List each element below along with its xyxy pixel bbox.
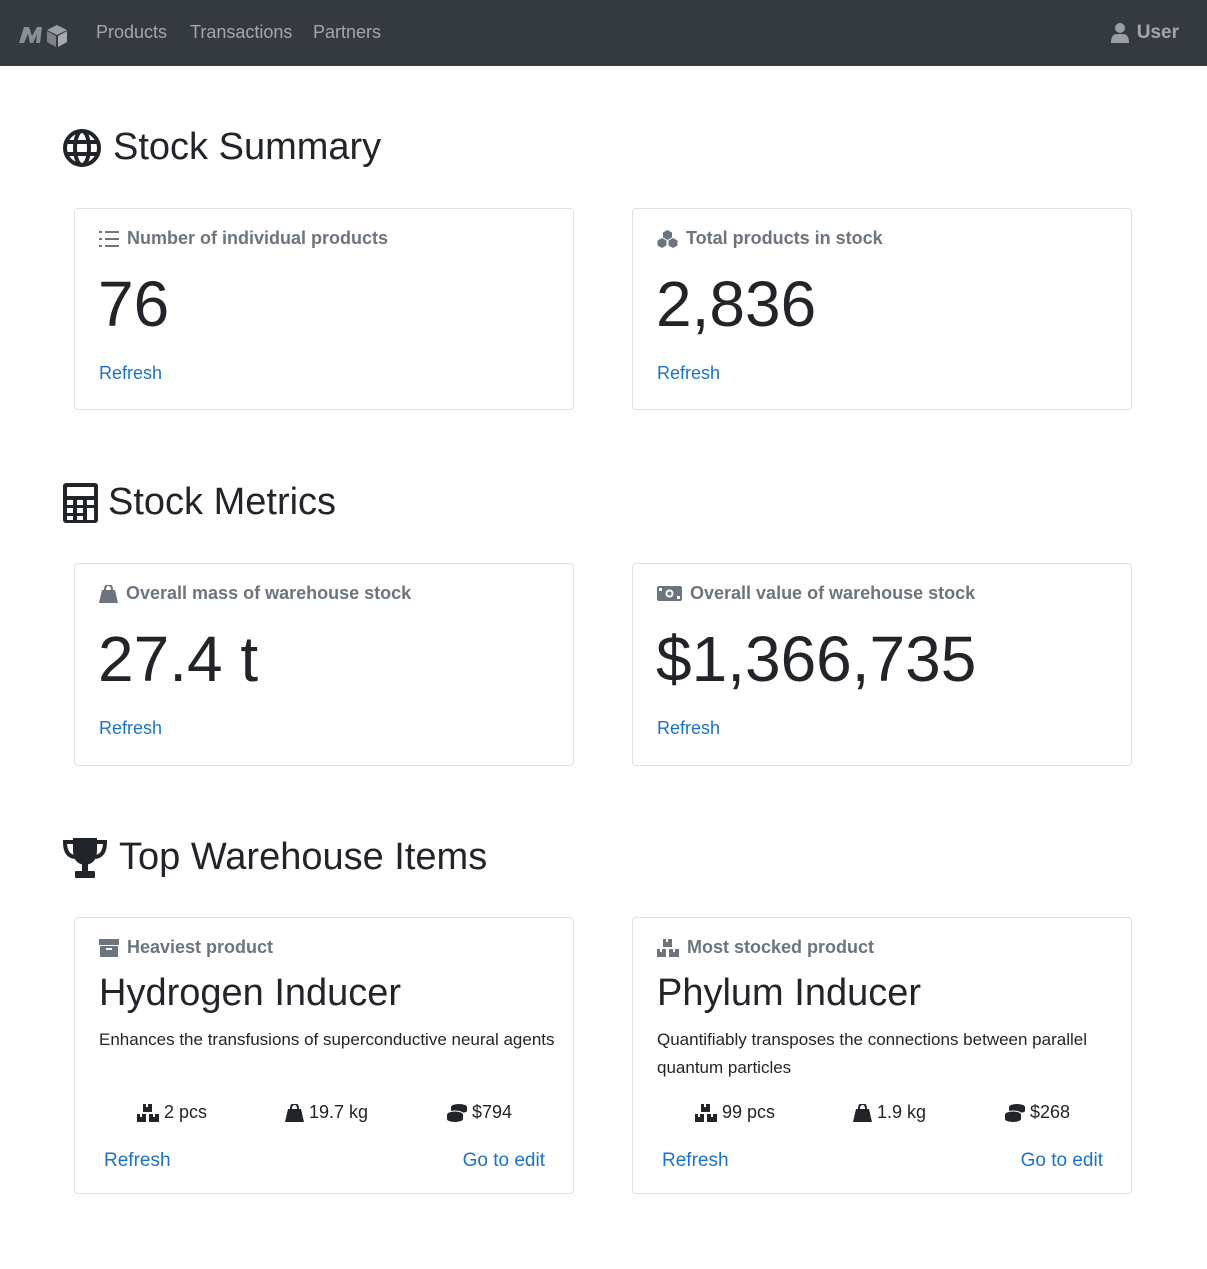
- card-header: Overall mass of warehouse stock: [99, 583, 411, 604]
- mass-value: 1.9 kg: [877, 1102, 927, 1122]
- product-description: Quantifiably transposes the connections …: [657, 1030, 1087, 1077]
- products-count-value: 76: [98, 268, 170, 340]
- coins-icon: [1005, 1103, 1025, 1122]
- go-to-edit-link[interactable]: Go to edit: [463, 1150, 545, 1172]
- weight-icon: [99, 584, 118, 603]
- coins-icon: [447, 1103, 467, 1122]
- refresh-link[interactable]: Refresh: [99, 718, 162, 739]
- boxes-icon: [695, 1103, 717, 1122]
- card-header: Total products in stock: [657, 228, 883, 249]
- card-label: Overall mass of warehouse stock: [126, 583, 412, 603]
- go-to-edit-link[interactable]: Go to edit: [1021, 1150, 1103, 1172]
- card-header: Heaviest product: [99, 937, 273, 958]
- product-mass: 1.9 kg: [853, 1102, 926, 1123]
- product-price: $794: [447, 1102, 512, 1123]
- user-icon: [1110, 23, 1129, 43]
- products-count-card: Number of individual products 76 Refresh: [74, 208, 574, 410]
- card-label: Total products in stock: [686, 228, 883, 248]
- price-value: $268: [1030, 1102, 1071, 1122]
- stock-metrics-heading: Stock Metrics: [63, 481, 336, 524]
- product-quantity: 99 pcs: [695, 1102, 775, 1123]
- globe-icon: [63, 128, 101, 167]
- stock-summary-heading: Stock Summary: [63, 126, 381, 169]
- refresh-link[interactable]: Refresh: [104, 1150, 171, 1172]
- quantity-value: 99 pcs: [722, 1102, 776, 1122]
- nav-partners-link[interactable]: Partners: [313, 22, 381, 43]
- user-label: User: [1136, 22, 1179, 43]
- refresh-link[interactable]: Refresh: [657, 363, 720, 384]
- most-stocked-product-card: Most stocked product Phylum Inducer Quan…: [632, 917, 1132, 1194]
- stock-summary-title: Stock Summary: [113, 126, 382, 168]
- refresh-link[interactable]: Refresh: [662, 1150, 729, 1172]
- top-items-title: Top Warehouse Items: [119, 836, 488, 878]
- product-name: Hydrogen Inducer: [99, 972, 402, 1014]
- money-icon: [657, 586, 682, 601]
- product-description: Enhances the transfusions of superconduc…: [99, 1030, 555, 1049]
- list-icon: [99, 230, 119, 247]
- card-label: Most stocked product: [687, 937, 875, 957]
- quantity-value: 2 pcs: [164, 1102, 208, 1122]
- card-label: Number of individual products: [127, 228, 389, 248]
- top-navbar: Products Transactions Partners User: [0, 0, 1207, 66]
- stock-value-card: Overall value of warehouse stock $1,366,…: [632, 563, 1132, 766]
- boxes-icon: [657, 938, 679, 957]
- card-label: Heaviest product: [127, 937, 274, 957]
- stock-total-value: 2,836: [656, 268, 817, 340]
- trophy-icon: [63, 837, 107, 878]
- heaviest-product-card: Heaviest product Hydrogen Inducer Enhanc…: [74, 917, 574, 1194]
- calculator-icon: [63, 482, 98, 523]
- weight-icon: [285, 1103, 304, 1122]
- stock-value-value: $1,366,735: [656, 623, 977, 695]
- product-price: $268: [1005, 1102, 1070, 1123]
- price-value: $794: [472, 1102, 513, 1122]
- stock-metrics-title: Stock Metrics: [108, 481, 337, 523]
- refresh-link[interactable]: Refresh: [657, 718, 720, 739]
- logo-icon[interactable]: [18, 22, 70, 48]
- card-header: Number of individual products: [99, 228, 388, 249]
- weight-icon: [853, 1103, 872, 1122]
- boxes-icon: [137, 1103, 159, 1122]
- product-mass: 19.7 kg: [285, 1102, 368, 1123]
- refresh-link[interactable]: Refresh: [99, 363, 162, 384]
- mass-value: 19.7 kg: [309, 1102, 369, 1122]
- top-items-heading: Top Warehouse Items: [63, 836, 487, 879]
- box-icon: [99, 938, 119, 957]
- nav-transactions-link[interactable]: Transactions: [190, 22, 292, 43]
- product-name: Phylum Inducer: [657, 972, 922, 1014]
- cubes-icon: [657, 229, 678, 248]
- card-header: Most stocked product: [657, 937, 874, 958]
- stock-mass-card: Overall mass of warehouse stock 27.4 t R…: [74, 563, 574, 766]
- product-quantity: 2 pcs: [137, 1102, 207, 1123]
- card-label: Overall value of warehouse stock: [690, 583, 976, 603]
- stock-mass-value: 27.4 t: [98, 623, 259, 695]
- nav-products-link[interactable]: Products: [96, 22, 167, 43]
- card-header: Overall value of warehouse stock: [657, 583, 975, 604]
- user-menu[interactable]: User: [1110, 22, 1179, 44]
- stock-total-card: Total products in stock 2,836 Refresh: [632, 208, 1132, 410]
